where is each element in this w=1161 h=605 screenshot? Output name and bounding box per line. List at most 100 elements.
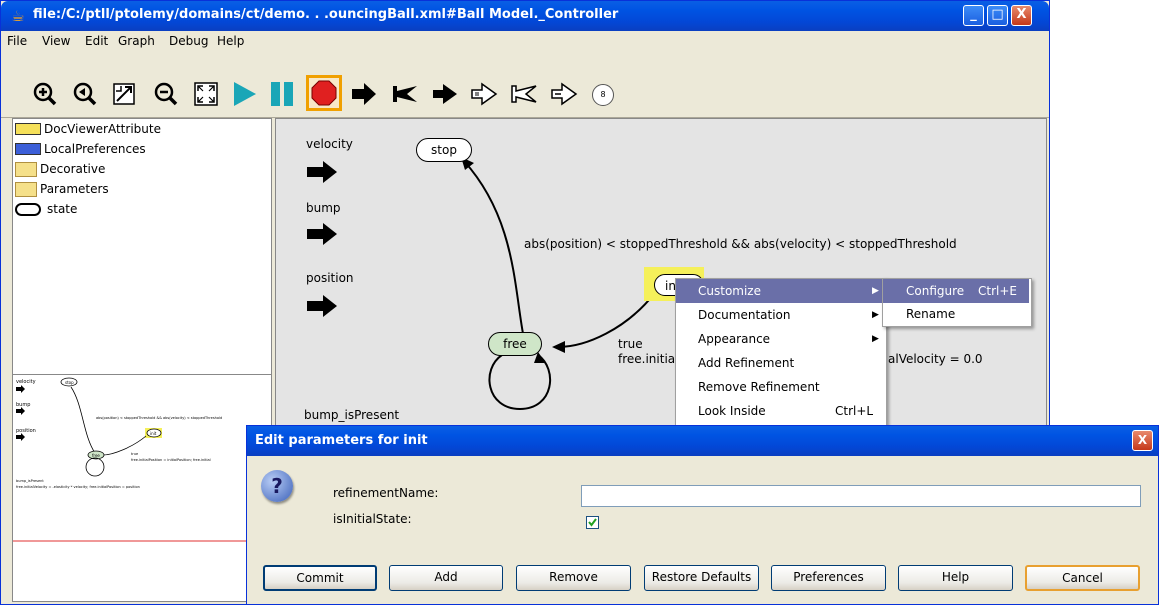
- overview-init-label: init: [150, 431, 157, 436]
- dialog-title-bar[interactable]: Edit parameters for init X: [247, 426, 1158, 456]
- folder-icon: [15, 161, 37, 177]
- arrow-icon[interactable]: [431, 80, 459, 108]
- step-arrow-icon[interactable]: [350, 80, 378, 108]
- library-item-docviewerattribute[interactable]: DocViewerAttribute: [15, 119, 161, 139]
- look-inside-shortcut: Ctrl+L: [835, 404, 874, 418]
- menu-help[interactable]: Help: [217, 34, 244, 48]
- overview-free-label: free: [92, 453, 100, 458]
- overview-bump-present-label: bump_isPresent: [16, 479, 44, 483]
- menu-rename[interactable]: Rename: [883, 302, 1029, 326]
- checkmark-icon: [588, 518, 597, 527]
- graph-canvas[interactable]: velocity bump position stop init free ab…: [275, 118, 1047, 428]
- chevron-right-icon: ▶: [872, 286, 879, 296]
- overview-true-label: true: [131, 452, 138, 456]
- menu-debug[interactable]: Debug: [169, 34, 208, 48]
- outline-flag-icon[interactable]: [510, 80, 538, 108]
- customize-submenu: Configure Ctrl+E Rename: [882, 278, 1032, 327]
- menu-documentation[interactable]: Documentation: [676, 303, 884, 327]
- dialog-close-button[interactable]: X: [1132, 430, 1153, 451]
- run-icon[interactable]: [230, 80, 258, 108]
- java-cup-icon: ☕: [11, 7, 25, 25]
- overview-stop-label: stop: [65, 380, 74, 385]
- chevron-right-icon: ▶: [872, 310, 879, 320]
- port-arrow-bump-icon[interactable]: [306, 223, 338, 245]
- folder-icon: [15, 181, 37, 197]
- overview-panel[interactable]: velocity bump position stop init free ab…: [12, 374, 272, 602]
- library-item-decorative[interactable]: Decorative: [15, 159, 105, 179]
- menu-remove-refinement[interactable]: Remove Refinement: [676, 375, 884, 399]
- add-button[interactable]: Add: [389, 565, 503, 591]
- edit-parameters-dialog: Edit parameters for init X ? refinementN…: [246, 425, 1159, 605]
- overview-bump-action-label: free.initialVelocity = -elasticity * vel…: [16, 485, 140, 489]
- maximize-button[interactable]: □: [987, 5, 1008, 26]
- pause-icon[interactable]: [268, 80, 296, 108]
- state-free[interactable]: free: [488, 332, 542, 356]
- state-stop[interactable]: stop: [416, 138, 472, 162]
- close-button[interactable]: X: [1011, 5, 1032, 26]
- full-screen-icon[interactable]: [192, 80, 220, 108]
- transition-true-label: true: [618, 337, 643, 351]
- local-preferences-icon: [15, 143, 41, 155]
- menu-add-refinement[interactable]: Add Refinement: [676, 351, 884, 375]
- configure-shortcut: Ctrl+E: [978, 284, 1017, 298]
- library-item-label: state: [47, 202, 78, 216]
- library-item-label: Decorative: [40, 162, 106, 176]
- stop-icon[interactable]: [306, 75, 342, 111]
- menu-view[interactable]: View: [42, 34, 70, 48]
- menu-file[interactable]: File: [7, 34, 27, 48]
- menu-edit[interactable]: Edit: [85, 34, 108, 48]
- overview-action-label: free.initialPosition = initialPosition; …: [131, 458, 211, 462]
- menu-appearance[interactable]: Appearance: [676, 327, 884, 351]
- library-item-localpreferences[interactable]: LocalPreferences: [15, 139, 146, 159]
- question-icon: ?: [261, 470, 293, 502]
- is-initial-state-checkbox[interactable]: [586, 516, 599, 529]
- zoom-fit-icon[interactable]: [110, 80, 138, 108]
- library-item-label: Parameters: [40, 182, 109, 196]
- overview-thumbnail: velocity bump position stop init free ab…: [13, 377, 271, 542]
- state-ellipse-icon: [15, 202, 41, 216]
- doc-viewer-attribute-icon: [15, 123, 41, 135]
- cancel-button[interactable]: Cancel: [1025, 565, 1140, 591]
- zoom-reset-icon[interactable]: [71, 80, 99, 108]
- menu-customize[interactable]: Customize: [676, 279, 884, 303]
- port-label-position: position: [306, 271, 354, 285]
- outline-double-arrow-icon[interactable]: [550, 80, 578, 108]
- commit-button[interactable]: Commit: [263, 565, 377, 591]
- library-item-state[interactable]: state: [15, 199, 77, 219]
- title-bar[interactable]: ☕ file:/C:/ptll/ptolemy/domains/ct/demo.…: [1, 1, 1049, 31]
- library-item-label: DocViewerAttribute: [44, 122, 161, 136]
- minimize-button[interactable]: _: [963, 5, 984, 26]
- menu-bar: File View Edit Graph Debug Help: [1, 31, 1049, 51]
- zoom-in-icon[interactable]: [31, 80, 59, 108]
- port-arrow-position-icon[interactable]: [306, 295, 338, 317]
- refinement-name-label: refinementName:: [333, 486, 439, 500]
- window-title: file:/C:/ptll/ptolemy/domains/ct/demo. .…: [33, 7, 619, 22]
- dialog-title: Edit parameters for init: [255, 433, 428, 448]
- library-item-label: LocalPreferences: [44, 142, 146, 156]
- overview-guard-label: abs(position) < stoppedThreshold && abs(…: [96, 416, 222, 420]
- transition-action-label: free.initia: [618, 352, 676, 366]
- refinement-name-field[interactable]: [581, 485, 1141, 507]
- overview-velocity-label: velocity: [16, 379, 36, 385]
- preferences-button[interactable]: Preferences: [771, 565, 886, 591]
- menu-graph[interactable]: Graph: [118, 34, 155, 48]
- bump-present-label: bump_isPresent: [304, 408, 400, 422]
- guard-label: abs(position) < stoppedThreshold && abs(…: [524, 237, 957, 251]
- port-arrow-velocity-icon[interactable]: [306, 161, 338, 183]
- port-label-velocity: velocity: [306, 137, 353, 151]
- help-button[interactable]: Help: [898, 565, 1013, 591]
- zoom-out-icon[interactable]: [152, 80, 180, 108]
- chevron-right-icon: ▶: [872, 334, 879, 344]
- overview-bump-label: bump: [16, 402, 30, 408]
- flag-arrow-icon[interactable]: [391, 80, 419, 108]
- count-badge-icon[interactable]: 8: [592, 84, 614, 106]
- restore-defaults-button[interactable]: Restore Defaults: [644, 565, 759, 591]
- overview-position-label: position: [16, 428, 36, 434]
- library-item-parameters[interactable]: Parameters: [15, 179, 109, 199]
- remove-button[interactable]: Remove: [516, 565, 631, 591]
- outline-arrow-icon[interactable]: [470, 80, 498, 108]
- library-tree: DocViewerAttribute LocalPreferences Deco…: [12, 118, 272, 376]
- port-label-bump: bump: [306, 201, 341, 215]
- velocity-action-label: alVelocity = 0.0: [888, 352, 983, 366]
- is-initial-state-label: isInitialState:: [333, 512, 412, 526]
